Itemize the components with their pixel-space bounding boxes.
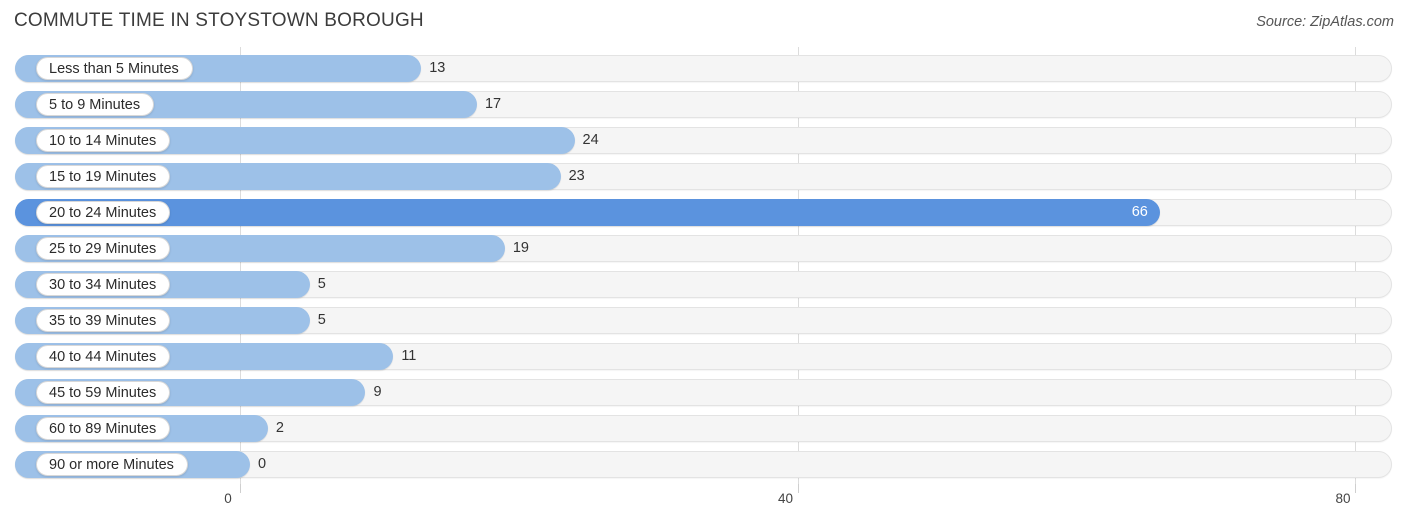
bar-value-label: 19 [512,240,529,256]
bar-category-label: 10 to 14 Minutes [36,129,171,152]
bar-row[interactable]: 15 to 19 Minutes 23 [0,160,1406,196]
bar-value-label: 17 [484,96,502,112]
bar-row[interactable]: 35 to 39 Minutes 5 [0,304,1406,340]
bar-value-label: 13 [429,60,446,76]
x-axis: 0 40 80 [0,484,1406,523]
bar-category-label: 35 to 39 Minutes [36,309,171,332]
bar-row[interactable]: 20 to 24 Minutes 66 [0,196,1406,232]
page-title: COMMUTE TIME IN STOYSTOWN BOROUGH [14,10,424,31]
bar-category-label: 30 to 34 Minutes [36,273,171,296]
x-tick-label: 0 [224,491,232,506]
x-tick-label: 40 [777,491,794,506]
bar-category-label: 20 to 24 Minutes [36,201,171,224]
bar-chart-plot-area: Less than 5 Minutes 13 5 to 9 Minutes 17 10 … [0,47,1406,484]
bar-row[interactable]: 5 to 9 Minutes 17 [0,88,1406,124]
bar-value-label: 5 [317,312,326,328]
bar-value-label: 9 [373,384,382,400]
bar-category-label: 5 to 9 Minutes [36,93,155,116]
bar-row[interactable]: 90 or more Minutes 0 [0,448,1406,484]
bar-row[interactable]: 45 to 59 Minutes 9 [0,376,1406,412]
bar-fill [15,199,1160,226]
x-tick-mark [797,484,799,493]
bar-row[interactable]: 10 to 14 Minutes 24 [0,124,1406,160]
bar-row[interactable]: 60 to 89 Minutes 2 [0,412,1406,448]
bar-value-label: 24 [582,132,599,148]
bar-value-label: 0 [258,456,267,472]
x-tick-label: 80 [1335,491,1351,506]
bar-row[interactable]: 30 to 34 Minutes 5 [0,268,1406,304]
bar-category-label: 25 to 29 Minutes [36,237,171,260]
bar-row[interactable]: Less than 5 Minutes 13 [0,52,1406,88]
bar-category-label: 40 to 44 Minutes [36,345,171,368]
source-attribution: Source: ZipAtlas.com [1256,14,1394,30]
chart-header: COMMUTE TIME IN STOYSTOWN BOROUGH Source… [0,0,1406,46]
bar-value-label: 5 [317,276,326,292]
bar-row[interactable]: 40 to 44 Minutes 11 [0,340,1406,376]
bar-category-label: Less than 5 Minutes [36,57,193,80]
bar-value-label: 11 [401,348,417,364]
x-tick-mark [240,484,241,493]
bar-category-label: 90 or more Minutes [36,453,188,476]
bar-value-label: 2 [275,420,284,436]
bar-category-label: 15 to 19 Minutes [36,165,171,188]
bar-value-label: 23 [568,168,585,184]
bar-row[interactable]: 25 to 29 Minutes 19 [0,232,1406,268]
x-tick-mark [1355,484,1356,493]
bar-category-label: 60 to 89 Minutes [36,417,171,440]
bar-value-label: 66 [1131,204,1148,220]
bar-category-label: 45 to 59 Minutes [36,381,171,404]
